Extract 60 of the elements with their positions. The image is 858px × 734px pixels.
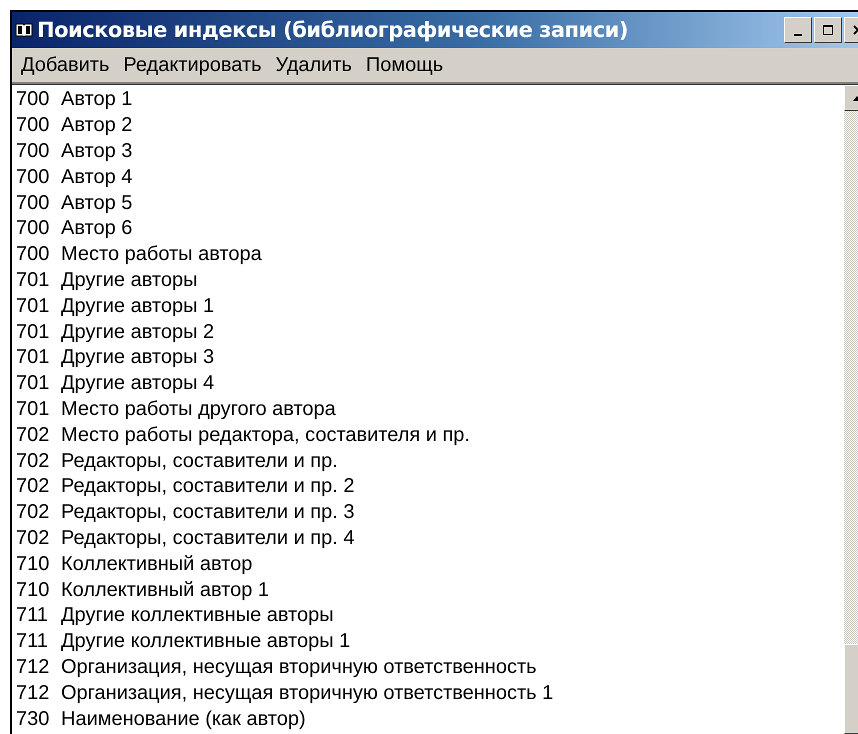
field-code[interactable]: 702 [16, 475, 61, 498]
index-name[interactable]: Автор 5 [61, 192, 132, 215]
menu-item[interactable]: Помощь [360, 52, 448, 78]
field-code[interactable]: 711 [16, 604, 61, 628]
index-name[interactable]: Другие авторы 2 [61, 320, 214, 344]
index-name[interactable]: Автор 3 [61, 140, 132, 163]
index-name[interactable]: Редакторы, составители и пр. 2 [61, 475, 354, 498]
window-title: Поисковые индексы (библиографические записи) [37, 18, 628, 42]
index-name[interactable]: Организация, несущая вторичную ответственность 1 [61, 682, 554, 705]
maximize-icon [822, 24, 834, 36]
index-name[interactable]: Другие авторы [61, 268, 198, 292]
maximize-button[interactable] [814, 17, 842, 43]
field-code[interactable]: 701 [16, 268, 61, 292]
index-name[interactable]: Автор 6 [61, 217, 132, 240]
index-name[interactable]: Другие авторы 1 [61, 294, 214, 318]
index-name[interactable]: Другие коллективные авторы [61, 604, 334, 628]
index-name[interactable]: Место работы редактора, составителя и пр. [61, 424, 470, 447]
book-icon [15, 22, 33, 38]
field-code[interactable]: 701 [16, 398, 61, 421]
field-code[interactable]: 702 [16, 424, 61, 447]
field-code[interactable]: 701 [16, 320, 61, 344]
minimize-button[interactable] [784, 17, 812, 43]
field-code[interactable]: 701 [16, 294, 61, 318]
field-code[interactable]: 700 [16, 166, 61, 189]
field-code[interactable]: 730 [16, 708, 61, 731]
index-name[interactable]: Место работы другого автора [61, 398, 336, 421]
field-code[interactable]: 701 [16, 372, 61, 396]
field-code[interactable]: 710 [16, 552, 61, 576]
field-code[interactable]: 710 [16, 578, 61, 602]
menu-item[interactable]: Удалить [270, 52, 357, 78]
menu-item[interactable]: Добавить [16, 52, 114, 78]
index-name[interactable]: Организация, несущая вторичную ответственность [61, 656, 537, 679]
field-code[interactable]: 700 [16, 217, 61, 240]
index-name[interactable]: Редакторы, составители и пр. 4 [61, 526, 354, 550]
field-code[interactable]: 701 [16, 346, 61, 370]
field-code[interactable]: 700 [16, 114, 61, 138]
index-name[interactable]: Автор 4 [61, 166, 132, 189]
menu-item[interactable]: Редактировать [118, 52, 267, 78]
field-code[interactable]: 702 [16, 450, 61, 473]
field-code[interactable]: 702 [16, 501, 61, 524]
field-code[interactable]: 700 [16, 140, 61, 163]
index-name[interactable]: Автор 2 [61, 114, 132, 138]
field-code[interactable]: 702 [16, 526, 61, 550]
field-code[interactable]: 700 [16, 88, 61, 112]
index-name[interactable]: Наименование (как автор) [61, 708, 306, 731]
index-name[interactable]: Автор 1 [61, 88, 132, 112]
index-name[interactable]: Коллективный автор 1 [61, 578, 270, 602]
field-code[interactable]: 700 [16, 243, 61, 266]
index-name[interactable]: Другие коллективные авторы 1 [61, 630, 350, 654]
field-code[interactable]: 712 [16, 682, 61, 705]
index-name[interactable]: Коллективный автор [61, 552, 252, 576]
index-name[interactable]: Редакторы, составители и пр. [61, 450, 338, 473]
minimize-icon [794, 34, 802, 36]
index-name[interactable]: Другие авторы 3 [61, 346, 214, 370]
field-code[interactable]: 712 [16, 656, 61, 679]
field-code[interactable]: 711 [16, 630, 61, 654]
index-name[interactable]: Другие авторы 4 [61, 372, 214, 396]
index-name[interactable]: Редакторы, составители и пр. 3 [61, 501, 354, 524]
index-name[interactable]: Место работы автора [61, 243, 262, 266]
field-code[interactable]: 700 [16, 192, 61, 215]
